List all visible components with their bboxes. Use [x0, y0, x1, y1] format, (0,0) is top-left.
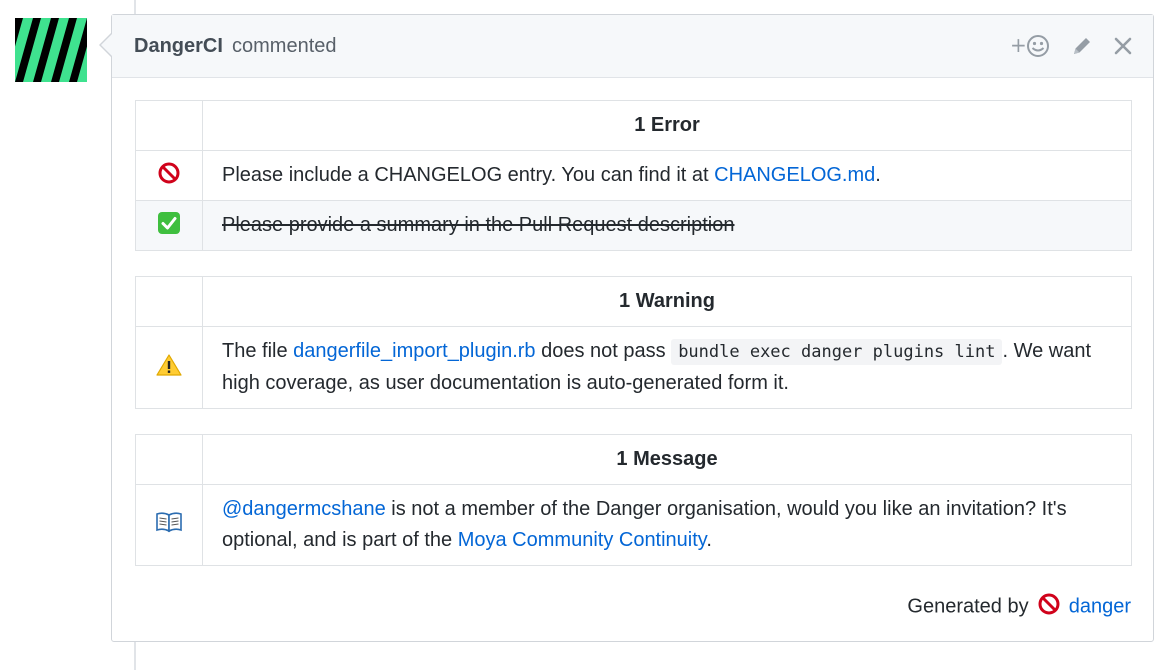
table-header-empty — [135, 100, 203, 151]
table-row: @dangermcshane is not a member of the Da… — [135, 484, 1132, 566]
message-text-end: . — [706, 529, 712, 551]
changelog-link[interactable]: CHANGELOG.md — [714, 164, 875, 186]
comment-caret-inner — [101, 34, 112, 56]
close-icon[interactable] — [1112, 34, 1134, 58]
generated-by-footer: Generated by danger — [907, 593, 1131, 621]
table-header: 1 Warning — [202, 276, 1132, 327]
warnings-table: 1 Warning The file dangerfile_import_plu… — [135, 276, 1132, 409]
errors-table: 1 Error Please include a CHANGELOG entry… — [135, 100, 1132, 251]
no-entry-icon — [1038, 593, 1060, 621]
table-header: 1 Message — [202, 434, 1132, 485]
error-text-end: . — [875, 164, 881, 186]
comment-box: DangerCI commented + 1 Error Please incl… — [111, 14, 1154, 642]
row-icon-cell — [135, 484, 203, 566]
moya-community-link[interactable]: Moya Community Continuity — [458, 529, 707, 551]
dangerfile-link[interactable]: dangerfile_import_plugin.rb — [293, 340, 535, 362]
warning-text-mid: does not pass — [535, 340, 672, 362]
resolved-text: Please provide a summary in the Pull Req… — [202, 200, 1132, 251]
comment-author[interactable]: DangerCI — [134, 35, 223, 58]
table-header-empty — [135, 434, 203, 485]
avatar[interactable] — [15, 18, 87, 82]
row-icon-cell — [135, 326, 203, 409]
add-reaction-icon[interactable]: + — [1010, 33, 1054, 58]
table-row: Please include a CHANGELOG entry. You ca… — [135, 150, 1132, 201]
danger-link[interactable]: danger — [1069, 596, 1131, 618]
comment-body: 1 Error Please include a CHANGELOG entry… — [135, 100, 1132, 591]
footer-label: Generated by — [907, 595, 1029, 618]
no-entry-icon — [158, 162, 180, 189]
row-text-cell: @dangermcshane is not a member of the Da… — [202, 484, 1132, 566]
pencil-icon[interactable] — [1070, 34, 1094, 58]
warning-text: The file — [222, 340, 294, 362]
table-row: The file dangerfile_import_plugin.rb doe… — [135, 326, 1132, 409]
table-row: Please provide a summary in the Pull Req… — [135, 200, 1132, 251]
row-icon-cell — [135, 200, 203, 251]
table-header: 1 Error — [202, 100, 1132, 151]
row-text-cell: Please include a CHANGELOG entry. You ca… — [202, 150, 1132, 201]
check-mark-icon — [157, 211, 181, 240]
comment-action: commented — [232, 35, 337, 57]
messages-table: 1 Message @dangermcshane is not a member… — [135, 434, 1132, 566]
error-text: Please include a CHANGELOG entry. You ca… — [222, 164, 715, 186]
svg-text:+: + — [1010, 34, 1027, 57]
user-mention-link[interactable]: @dangermcshane — [222, 498, 386, 520]
row-text-cell: The file dangerfile_import_plugin.rb doe… — [202, 326, 1132, 409]
warning-icon — [156, 353, 182, 382]
book-icon — [155, 512, 183, 538]
comment-header: DangerCI commented + — [112, 15, 1153, 78]
lint-command: bundle exec danger plugins lint — [671, 339, 1003, 365]
row-icon-cell — [135, 150, 203, 201]
table-header-empty — [135, 276, 203, 327]
